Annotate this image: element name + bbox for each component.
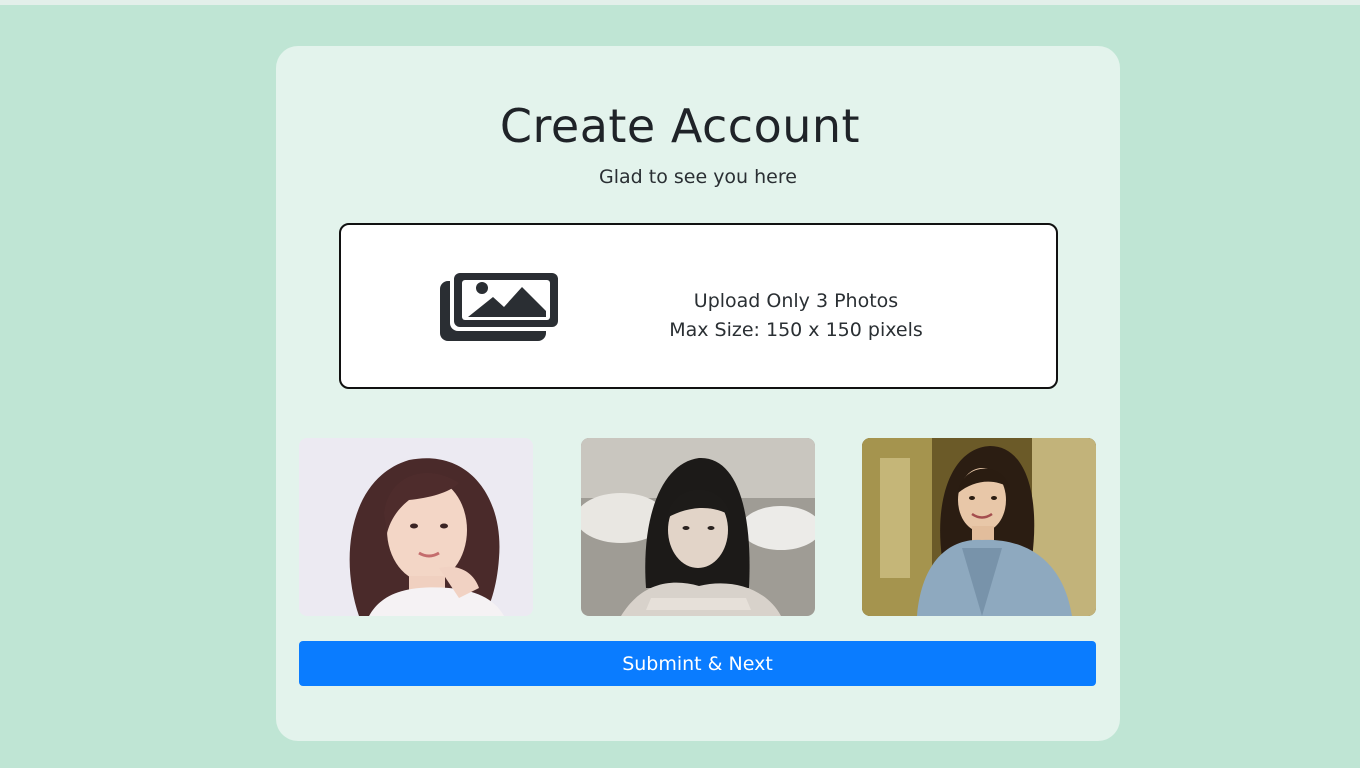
photo-upload-dropzone[interactable]: Upload Only 3 Photos Max Size: 150 x 150…: [339, 223, 1058, 389]
uploaded-photo-2: [581, 438, 815, 616]
images-icon: [440, 269, 562, 341]
page-subtitle: Glad to see you here: [599, 166, 797, 188]
upload-limit-text: Upload Only 3 Photos: [693, 290, 899, 312]
uploaded-photo-3: [862, 438, 1096, 616]
submit-next-button[interactable]: Submint & Next: [299, 641, 1096, 686]
upload-size-text: Max Size: 150 x 150 pixels: [669, 319, 923, 341]
uploaded-photo-1: [299, 438, 533, 616]
page-title: Create Account: [499, 99, 861, 153]
upload-instructions: Upload Only 3 Photos Max Size: 150 x 150…: [631, 287, 961, 345]
top-bar: [0, 0, 1360, 5]
